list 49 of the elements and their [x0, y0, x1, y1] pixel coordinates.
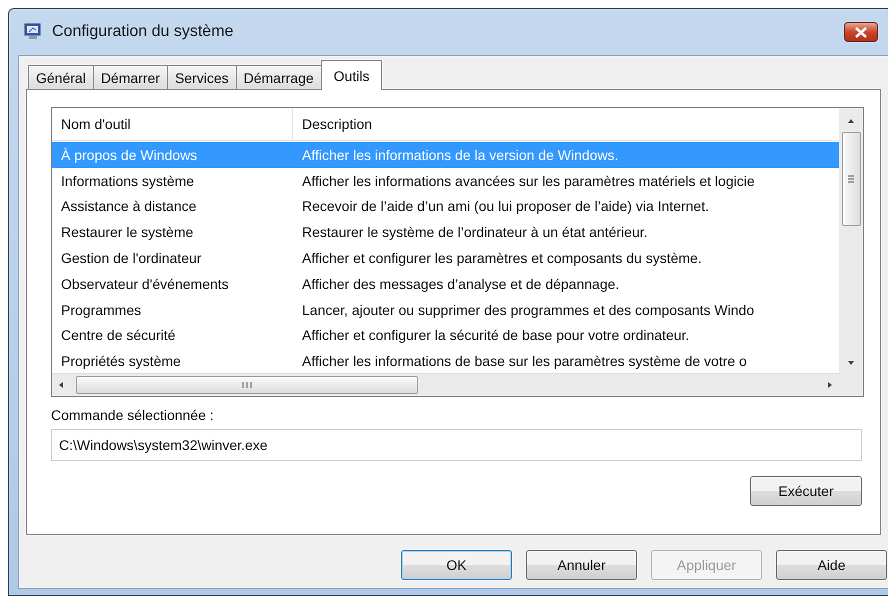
list-row[interactable]: Assistance à distance Recevoir de l’aide d’un ami (ou lui proposer de l’aide) via Internet.	[52, 194, 839, 220]
tab[interactable]: Général	[28, 65, 94, 89]
tool-name: Restaurer le système	[60, 224, 194, 240]
dialog-button[interactable]: OK	[401, 550, 512, 580]
list-row[interactable]: Propriétés système Afficher les informations de base sur les paramètres système de votre o	[52, 348, 839, 373]
list-row[interactable]: Centre de sécurité Afficher et configurer la sécurité de base pour votre ordinateur.	[52, 322, 839, 348]
tool-name: Gestion de l'ordinateur	[60, 250, 202, 266]
list-row[interactable]: Observateur d'événements Afficher des messages d’analyse et de dépannage.	[52, 270, 839, 297]
tool-name: Observateur d'événements	[60, 276, 230, 292]
close-icon	[854, 26, 868, 38]
column-header[interactable]: Nom d'outil	[52, 108, 293, 140]
list-row[interactable]: Informations système Afficher les informations avancées sur les paramètres matériels et logicie	[52, 168, 839, 194]
command-field[interactable]: C:\Windows\system32\winver.exe	[51, 429, 862, 461]
tool-name: Assistance à distance	[60, 198, 198, 214]
tool-description: Afficher les informations de base sur les paramètres système de votre o	[301, 353, 747, 370]
dialog-button[interactable]: Aide	[776, 550, 887, 580]
window-title: Configuration du système	[52, 23, 234, 41]
tool-description: Lancer, ajouter ou supprimer des programmes et des composants Windo	[301, 302, 754, 318]
list-row[interactable]: Programmes Lancer, ajouter ou supprimer des programmes et des composants Windo	[52, 296, 839, 323]
grip-icon	[847, 174, 855, 184]
tool-name: Informations système	[60, 172, 196, 189]
tab[interactable]: Services	[166, 65, 237, 89]
monitor-icon	[24, 23, 42, 41]
tool-description: Afficher et configurer la sécurité de base pour votre ordinateur.	[301, 327, 690, 344]
scroll-thumb[interactable]	[76, 376, 418, 394]
dialog-button[interactable]: Annuler	[526, 550, 637, 580]
horizontal-scrollbar[interactable]	[52, 373, 839, 396]
tool-description: Recevoir de l’aide d’un ami (ou lui proposer de l’aide) via Internet.	[301, 198, 709, 214]
tab[interactable]: Démarrage	[236, 65, 322, 89]
tab[interactable]: Démarrer	[92, 65, 168, 89]
tool-description: Afficher les informations avancées sur les paramètres matériels et logicie	[301, 172, 755, 189]
tab[interactable]: Outils	[320, 60, 382, 90]
scroll-thumb[interactable]	[842, 132, 860, 226]
tool-name: Centre de sécurité	[60, 327, 176, 344]
close-button[interactable]	[844, 22, 878, 42]
list-row[interactable]: Gestion de l'ordinateur Afficher et configurer les paramètres et composants du système.	[52, 245, 839, 271]
run-button[interactable]: Exécuter	[750, 476, 862, 506]
tool-description: Afficher et configurer les paramètres et composants du système.	[301, 250, 702, 266]
list-row[interactable]: Restaurer le système Restaurer le système de l’ordinateur à un état antérieur.	[52, 219, 839, 246]
command-label: Commande sélectionnée :	[51, 407, 215, 423]
grip-icon	[241, 381, 253, 389]
tool-name: Propriétés système	[60, 353, 182, 370]
column-header[interactable]: Description	[293, 108, 372, 140]
tool-name: À propos de Windows	[60, 146, 198, 163]
vertical-scrollbar[interactable]	[839, 108, 863, 396]
tool-description: Afficher les informations de la version de Windows.	[301, 146, 618, 163]
tool-description: Afficher des messages d’analyse et de dépannage.	[301, 276, 620, 292]
tool-description: Restaurer le système de l’ordinateur à un état antérieur.	[301, 224, 648, 240]
tool-name: Programmes	[60, 302, 142, 318]
